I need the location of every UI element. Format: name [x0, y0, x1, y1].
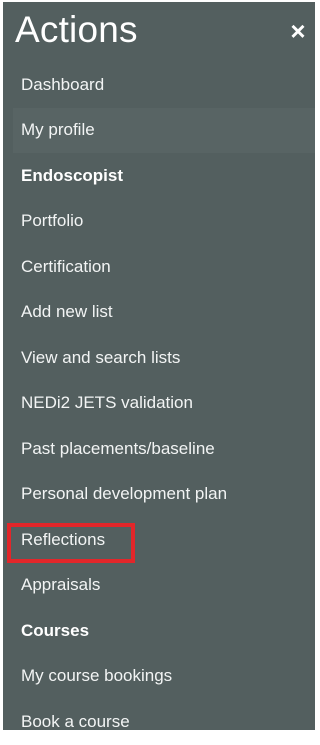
menu-item-certification[interactable]: Certification: [3, 244, 315, 290]
menu-item-portfolio[interactable]: Portfolio: [3, 199, 315, 245]
menu-item-my-profile[interactable]: My profile: [13, 107, 315, 153]
section-heading-courses: Courses: [3, 608, 315, 654]
menu-item-label: View and search lists: [21, 347, 181, 367]
menu-item-past-placements-baseline[interactable]: Past placements/baseline: [3, 426, 315, 472]
menu-item-label: Portfolio: [21, 211, 84, 231]
menu-item-nedi2-jets-validation[interactable]: NEDi2 JETS validation: [3, 381, 315, 427]
menu-item-label: My profile: [21, 120, 95, 140]
menu-item-label: Reflections: [21, 529, 106, 549]
menu-item-label: Personal development plan: [21, 484, 228, 504]
menu-item-label: Dashboard: [21, 74, 105, 94]
close-icon[interactable]: ×: [287, 18, 309, 44]
menu-item-view-and-search-lists[interactable]: View and search lists: [3, 335, 315, 381]
menu-item-label: Add new list: [21, 302, 113, 322]
menu-item-my-course-bookings[interactable]: My course bookings: [3, 654, 315, 700]
section-heading-endoscopist: Endoscopist: [3, 153, 315, 199]
menu-item-label: NEDi2 JETS validation: [21, 393, 193, 413]
menu-item-reflections[interactable]: Reflections: [3, 517, 315, 563]
menu-item-label: Certification: [21, 256, 111, 276]
menu-item-book-a-course[interactable]: Book a course: [3, 699, 315, 745]
menu-item-label: Past placements/baseline: [21, 438, 215, 458]
actions-menu: Dashboard My profile Endoscopist Portfol…: [3, 62, 315, 745]
section-heading-label: Endoscopist: [21, 165, 124, 185]
menu-item-appraisals[interactable]: Appraisals: [3, 563, 315, 609]
menu-item-personal-development-plan[interactable]: Personal development plan: [3, 472, 315, 518]
panel-header: Actions ×: [3, 2, 315, 64]
section-heading-label: Courses: [21, 620, 90, 640]
menu-item-label: Appraisals: [21, 575, 101, 595]
menu-item-label: Book a course: [21, 711, 130, 731]
actions-panel: Actions × Dashboard My profile Endoscopi…: [3, 2, 315, 731]
menu-item-add-new-list[interactable]: Add new list: [3, 290, 315, 336]
menu-item-dashboard[interactable]: Dashboard: [3, 62, 315, 108]
menu-item-label: My course bookings: [21, 666, 173, 686]
panel-title: Actions: [15, 9, 138, 50]
